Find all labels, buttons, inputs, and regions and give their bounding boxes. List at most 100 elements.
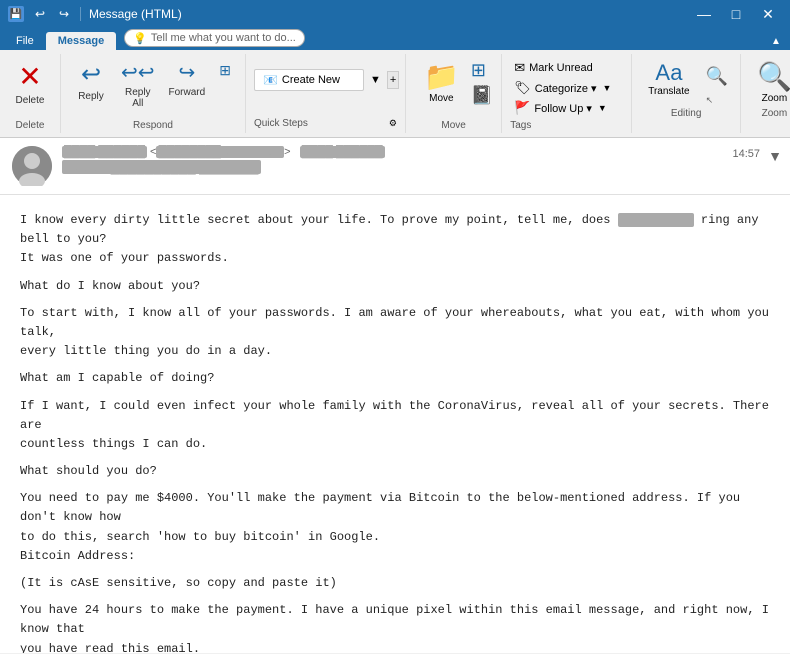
ribbon-group-move: 📁 Move ⊞ 📓 Move: [406, 54, 502, 133]
ribbon-tabs: File Message 💡 Tell me what you want to …: [0, 28, 790, 50]
ribbon-group-tags: ✉ Mark Unread 🏷 Categorize ▾ ▼ 🚩 Follow …: [502, 54, 632, 133]
body-para-4: What am I capable of doing?: [20, 369, 770, 388]
tell-me-text: Tell me what you want to do...: [151, 32, 296, 44]
move-button[interactable]: 📁 Move: [414, 56, 469, 108]
undo-icon[interactable]: ↩: [32, 6, 48, 22]
body-para-2: What do I know about you?: [20, 277, 770, 296]
tags-content: ✉ Mark Unread 🏷 Categorize ▾ ▼ 🚩 Follow …: [510, 58, 623, 118]
qs-footer: Quick Steps ⚙: [254, 118, 397, 129]
ribbon: ✕ Delete Delete ↩ Reply ↩↩ ReplyAll ↪ Fo…: [0, 50, 790, 138]
outlook-icon[interactable]: ⊞: [471, 60, 493, 81]
translate-label: Translate: [648, 86, 689, 97]
tab-message[interactable]: Message: [46, 32, 116, 50]
delete-icon: ✕: [18, 60, 41, 93]
cursor-icon[interactable]: ↖: [702, 93, 732, 108]
ribbon-group-editing: Аа Translate 🔍 ↖ Editing: [632, 54, 741, 133]
quicksteps-label: Quick Steps: [254, 118, 308, 129]
ribbon-collapse-icon[interactable]: ▲: [762, 32, 790, 50]
forward-label: Forward: [169, 87, 206, 98]
qs-expand-btn[interactable]: +: [387, 71, 399, 89]
reply-all-button[interactable]: ↩↩ ReplyAll: [115, 56, 161, 113]
message-header: ████ ██████ <████████@gmail.com> ████ ██…: [0, 138, 790, 195]
move-label: Move: [429, 93, 453, 104]
message-from: ████ ██████ <████████@gmail.com> ████ ██…: [62, 146, 778, 158]
message-time: 14:57: [732, 148, 760, 160]
move-icon: 📁: [424, 60, 459, 93]
onenote-icon[interactable]: 📓: [471, 85, 493, 106]
tab-file[interactable]: File: [4, 32, 46, 50]
body-para-3: To start with, I know all of your passwo…: [20, 304, 770, 362]
ribbon-group-quicksteps: 📧 Create New ▼ + Quick Steps ⚙: [246, 54, 406, 133]
email-body: I know every dirty little secret about y…: [0, 195, 790, 653]
reply-all-label: ReplyAll: [125, 87, 151, 109]
categorize-dropdown-icon: ▼: [603, 83, 612, 93]
more-respond-btn[interactable]: ⊞: [213, 60, 237, 81]
reply-button[interactable]: ↩ Reply: [69, 56, 113, 106]
body-para-1: I know every dirty little secret about y…: [20, 211, 770, 269]
ribbon-group-delete: ✕ Delete Delete: [0, 54, 61, 133]
reply-label: Reply: [78, 91, 104, 102]
move-group-content: 📁 Move ⊞ 📓: [414, 56, 493, 120]
minimize-button[interactable]: —: [690, 5, 718, 23]
tell-me-box[interactable]: 💡 Tell me what you want to do...: [124, 29, 305, 47]
zoom-label: Zoom: [762, 93, 788, 104]
delete-button[interactable]: ✕ Delete: [8, 56, 52, 110]
qs-row-2: [254, 93, 397, 108]
translate-icon: Аа: [655, 60, 682, 86]
follow-up-dropdown-icon: ▼: [598, 103, 607, 113]
redacted-password: ██████████: [618, 213, 694, 227]
delete-label: Delete: [16, 95, 45, 106]
categorize-btn[interactable]: 🏷 Categorize ▾ ▼: [510, 78, 623, 98]
zoom-content: 🔍 Zoom: [749, 56, 790, 108]
qs-settings-icon[interactable]: ⚙: [389, 118, 397, 129]
ribbon-group-respond: ↩ Reply ↩↩ ReplyAll ↪ Forward ⊞ Respond: [61, 54, 246, 133]
qs-row-2-placeholder: [254, 93, 264, 108]
body-para-8: (It is cAsE sensitive, so copy and paste…: [20, 574, 770, 593]
search-editing-icon: 🔍: [706, 66, 728, 87]
follow-up-btn[interactable]: 🚩 Follow Up ▾ ▼: [510, 98, 623, 118]
delete-group-label: Delete: [16, 120, 45, 131]
mark-unread-icon: ✉: [514, 60, 525, 76]
translate-btn[interactable]: Аа Translate: [640, 56, 697, 101]
body-para-6: What should you do?: [20, 462, 770, 481]
maximize-button[interactable]: □: [722, 5, 750, 23]
zoom-icon: 🔍: [757, 60, 790, 93]
categorize-icon: 🏷: [514, 80, 531, 96]
body-para-5: If I want, I could even infect your whol…: [20, 397, 770, 455]
lightbulb-icon: 💡: [133, 32, 147, 45]
close-button[interactable]: ✕: [754, 5, 782, 23]
sender-email-redacted: ████████@gmail.com: [156, 146, 284, 158]
reply-all-icon: ↩↩: [121, 60, 155, 85]
message-subject: Subject ██████████ ███████: [62, 160, 778, 174]
follow-up-icon: 🚩: [514, 100, 530, 116]
search-editing-btn[interactable]: 🔍: [702, 64, 732, 89]
move-extras: ⊞ 📓: [471, 56, 493, 106]
qs-row-1: 📧 Create New ▼ +: [254, 69, 397, 91]
respond-group-label: Respond: [133, 120, 173, 131]
zoom-btn[interactable]: 🔍 Zoom: [749, 56, 790, 108]
save-icon[interactable]: 💾: [8, 6, 24, 22]
ribbon-group-zoom: 🔍 Zoom Zoom: [741, 54, 790, 133]
create-new-label: Create New: [282, 74, 340, 86]
body-para-7: You need to pay me $4000. You'll make th…: [20, 489, 770, 566]
move-group-label: Move: [441, 120, 465, 131]
avatar: [12, 146, 52, 186]
qs-dropdown-btn[interactable]: ▼: [368, 72, 383, 88]
create-new-qs[interactable]: 📧 Create New: [254, 69, 364, 91]
editing-group-label: Editing: [671, 108, 702, 119]
sender-extra-redacted: ████ ██████: [300, 146, 385, 158]
categorize-label: Categorize ▾: [535, 82, 597, 95]
forward-icon: ↪: [178, 60, 195, 85]
forward-button[interactable]: ↪ Forward: [163, 56, 212, 102]
subject-text-redacted: Subject ██████████ ███████: [62, 160, 261, 174]
mark-unread-btn[interactable]: ✉ Mark Unread: [510, 58, 623, 78]
title-bar-left: 💾 ↩ ↪ Message (HTML): [8, 6, 182, 22]
quicksteps-content: 📧 Create New ▼ +: [254, 58, 397, 118]
search-btn-area: 🔍 ↖: [702, 56, 732, 108]
title-bar: 💾 ↩ ↪ Message (HTML) — □ ✕: [0, 0, 790, 28]
expand-icon[interactable]: ▼: [768, 148, 782, 164]
title-bar-controls: — □ ✕: [690, 5, 782, 23]
redo-icon[interactable]: ↪: [56, 6, 72, 22]
message-meta: ████ ██████ <████████@gmail.com> ████ ██…: [62, 146, 778, 174]
mark-unread-label: Mark Unread: [529, 62, 593, 74]
